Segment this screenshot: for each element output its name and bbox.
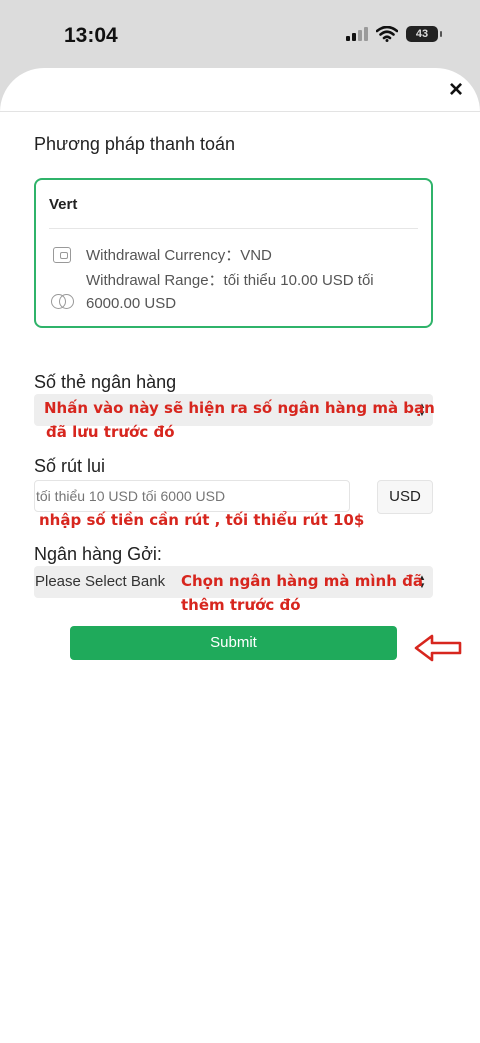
withdrawal-sheet: × Phương pháp thanh toán Vert Withdrawal… [0,68,480,1043]
currency-button[interactable]: USD [377,480,433,514]
amount-annotation: nhập số tiền cần rút , tối thiểu rút 10$ [39,511,365,529]
withdrawal-currency: Withdrawal Currency：VND [86,247,272,264]
wallet-icon [53,247,71,263]
bank-label: Ngân hàng Gởi: [34,544,162,564]
bank-select-placeholder: Please Select Bank [35,573,166,590]
card-number-annotation-2: đã lưu trước đó [46,423,175,441]
bank-annotation-2: thêm trước đó [181,596,301,614]
close-icon[interactable]: × [444,78,468,102]
payment-method-name: Vert [49,196,78,213]
withdrawal-range-line-1: Withdrawal Range：tối thiểu 10.00 USD tối [86,272,374,289]
arrow-left-icon [414,634,462,662]
submit-button[interactable]: Submit [70,626,397,660]
wifi-icon [376,26,398,42]
payment-method-title: Phương pháp thanh toán [34,134,236,154]
status-time: 13:04 [64,24,118,47]
battery-icon: 43 [406,26,442,42]
withdrawal-range-line-2: 6000.00 USD [86,295,177,312]
status-bar: 13:04 43 [0,0,480,70]
card-number-label: Số thẻ ngân hàng [34,372,177,392]
sheet-header: × [0,68,480,112]
credit-card-icon [51,294,75,310]
battery-level: 43 [415,28,429,40]
card-number-annotation-1: Nhấn vào này sẽ hiện ra số ngân hàng mà … [44,399,435,417]
status-icons: 43 [346,26,442,42]
amount-label: Số rút lui [34,456,106,476]
card-divider [49,228,418,229]
payment-method-card[interactable]: Vert Withdrawal Currency：VND Withdrawal … [34,178,433,328]
signal-icon [346,27,368,41]
bank-annotation-1: Chọn ngân hàng mà mình đã [181,572,423,590]
